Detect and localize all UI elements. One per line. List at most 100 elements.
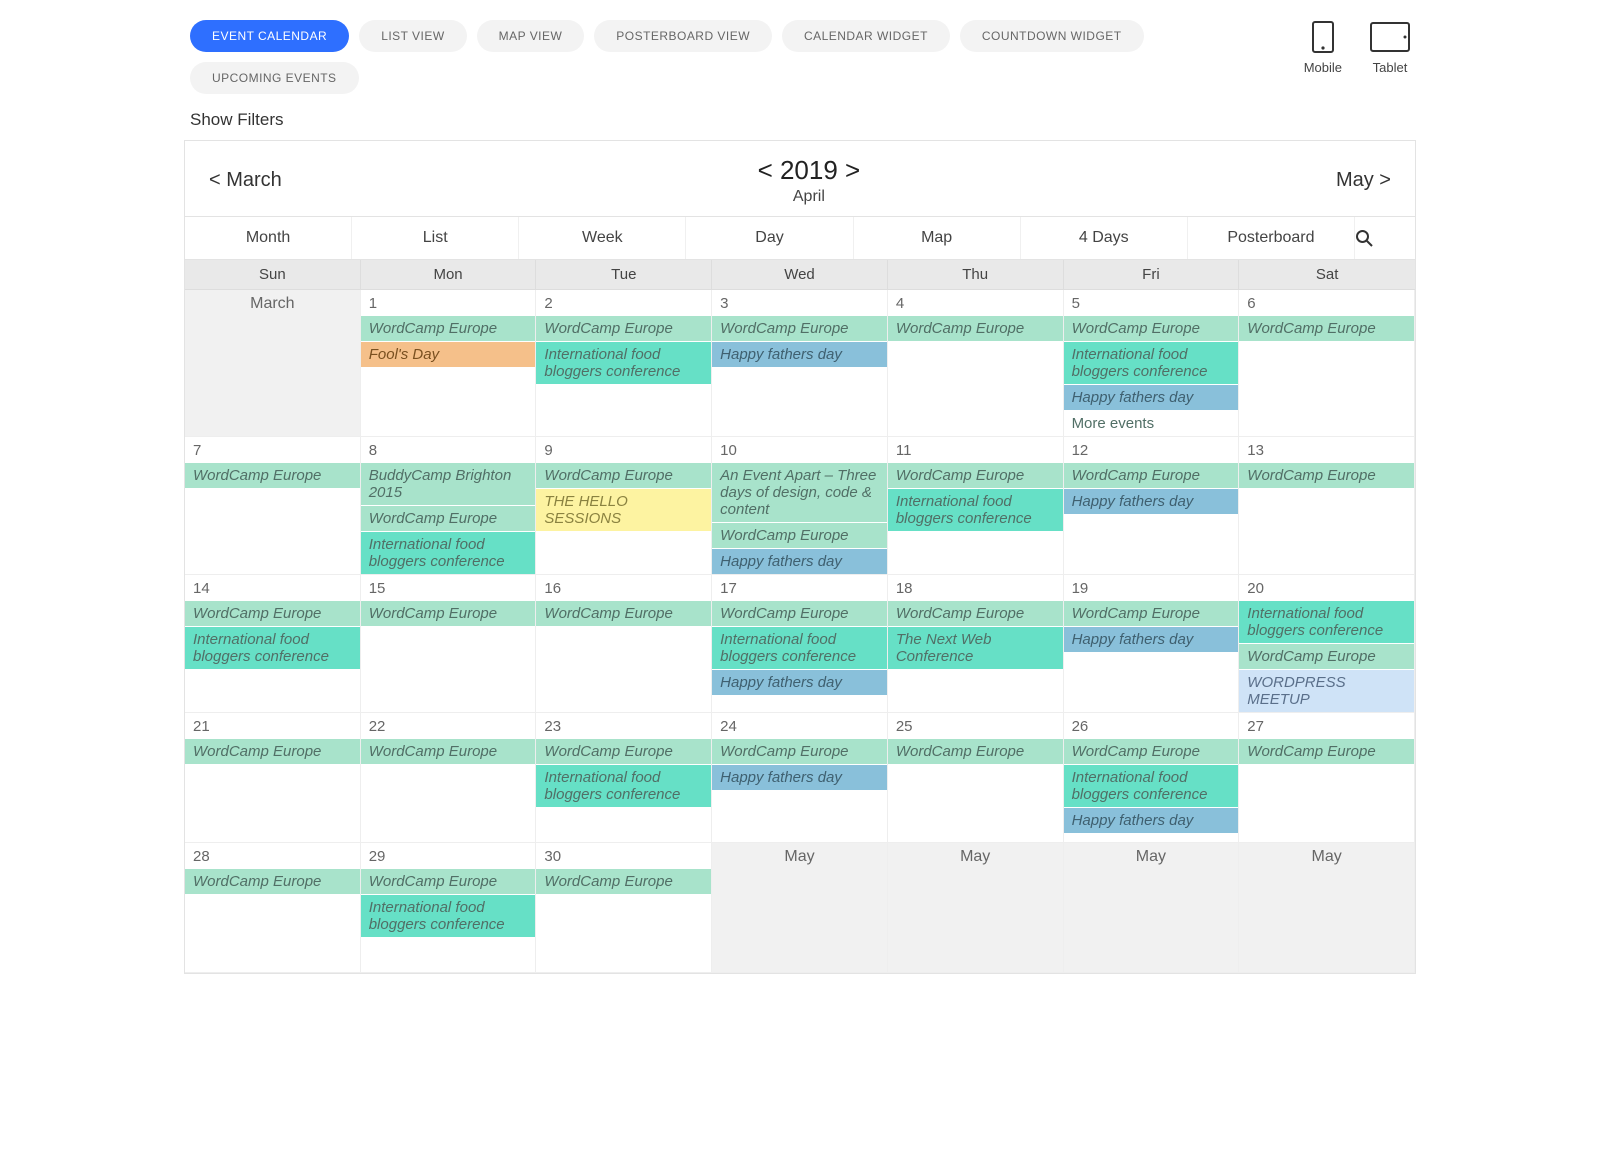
day-cell[interactable]: 8BuddyCamp Brighton 2015WordCamp EuropeI… [361, 437, 537, 575]
day-cell[interactable]: May [1239, 843, 1415, 973]
day-cell[interactable]: 3WordCamp EuropeHappy fathers day [712, 290, 888, 437]
event-item[interactable]: Happy fathers day [1064, 489, 1239, 514]
day-cell[interactable]: May [888, 843, 1064, 973]
event-item[interactable]: WordCamp Europe [361, 601, 536, 626]
day-cell[interactable]: 15WordCamp Europe [361, 575, 537, 713]
event-item[interactable]: WordCamp Europe [712, 601, 887, 626]
event-item[interactable]: WordCamp Europe [712, 739, 887, 764]
day-cell[interactable]: 19WordCamp EuropeHappy fathers day [1064, 575, 1240, 713]
day-cell[interactable]: 21WordCamp Europe [185, 713, 361, 843]
top-tab-posterboard-view[interactable]: POSTERBOARD VIEW [594, 20, 772, 52]
day-cell[interactable]: 12WordCamp EuropeHappy fathers day [1064, 437, 1240, 575]
event-item[interactable]: WordCamp Europe [888, 739, 1063, 764]
day-cell[interactable]: 27WordCamp Europe [1239, 713, 1415, 843]
event-item[interactable]: WordCamp Europe [361, 739, 536, 764]
event-item[interactable]: WordCamp Europe [536, 739, 711, 764]
day-cell[interactable]: 29WordCamp EuropeInternational food blog… [361, 843, 537, 973]
event-item[interactable]: WordCamp Europe [185, 601, 360, 626]
event-item[interactable]: Happy fathers day [712, 549, 887, 574]
event-item[interactable]: WordCamp Europe [1239, 644, 1414, 669]
view-tab-day[interactable]: Day [686, 217, 853, 259]
event-item[interactable]: WordCamp Europe [361, 506, 536, 531]
top-tab-calendar-widget[interactable]: CALENDAR WIDGET [782, 20, 950, 52]
next-month-link[interactable]: May > [1336, 169, 1391, 192]
event-item[interactable]: Happy fathers day [712, 670, 887, 695]
day-cell[interactable]: 11WordCamp EuropeInternational food blog… [888, 437, 1064, 575]
event-item[interactable]: WordCamp Europe [1239, 739, 1414, 764]
event-item[interactable]: International food bloggers conference [361, 895, 536, 937]
event-item[interactable]: WordCamp Europe [185, 869, 360, 894]
day-cell[interactable]: 20International food bloggers conference… [1239, 575, 1415, 713]
event-item[interactable]: International food bloggers conference [1064, 342, 1239, 384]
event-item[interactable]: International food bloggers conference [536, 342, 711, 384]
top-tab-upcoming-events[interactable]: UPCOMING EVENTS [190, 62, 359, 94]
view-tab-week[interactable]: Week [519, 217, 686, 259]
event-item[interactable]: International food bloggers conference [1239, 601, 1414, 643]
event-item[interactable]: WordCamp Europe [536, 316, 711, 341]
event-item[interactable]: WordCamp Europe [361, 316, 536, 341]
day-cell[interactable]: 25WordCamp Europe [888, 713, 1064, 843]
more-events-link[interactable]: More events [1064, 411, 1239, 436]
day-cell[interactable]: May [712, 843, 888, 973]
event-item[interactable]: WordCamp Europe [1064, 463, 1239, 488]
day-cell[interactable]: 22WordCamp Europe [361, 713, 537, 843]
view-tab-map[interactable]: Map [854, 217, 1021, 259]
day-cell[interactable]: 9WordCamp EuropeTHE HELLO SESSIONS [536, 437, 712, 575]
event-item[interactable]: WordCamp Europe [536, 463, 711, 488]
event-item[interactable]: WordCamp Europe [536, 869, 711, 894]
day-cell[interactable]: 2WordCamp EuropeInternational food blogg… [536, 290, 712, 437]
day-cell[interactable]: 10An Event Apart – Three days of design,… [712, 437, 888, 575]
event-item[interactable]: WordCamp Europe [361, 869, 536, 894]
year-switcher[interactable]: < 2019 > [758, 155, 861, 186]
event-item[interactable]: International food bloggers conference [888, 489, 1063, 531]
event-item[interactable]: An Event Apart – Three days of design, c… [712, 463, 887, 522]
event-item[interactable]: WordCamp Europe [712, 523, 887, 548]
day-cell[interactable]: 16WordCamp Europe [536, 575, 712, 713]
event-item[interactable]: International food bloggers conference [712, 627, 887, 669]
event-item[interactable]: Happy fathers day [1064, 385, 1239, 410]
day-cell[interactable]: 30WordCamp Europe [536, 843, 712, 973]
day-cell[interactable]: 23WordCamp EuropeInternational food blog… [536, 713, 712, 843]
event-item[interactable]: BuddyCamp Brighton 2015 [361, 463, 536, 505]
event-item[interactable]: WordCamp Europe [1064, 739, 1239, 764]
view-tab-4-days[interactable]: 4 Days [1021, 217, 1188, 259]
search-icon[interactable] [1355, 217, 1415, 259]
event-item[interactable]: WordCamp Europe [185, 463, 360, 488]
day-cell[interactable]: 18WordCamp EuropeThe Next Web Conference [888, 575, 1064, 713]
prev-month-link[interactable]: < March [209, 169, 282, 192]
event-item[interactable]: WordCamp Europe [1239, 463, 1414, 488]
event-item[interactable]: WordCamp Europe [1064, 601, 1239, 626]
day-cell[interactable]: 28WordCamp Europe [185, 843, 361, 973]
event-item[interactable]: WordCamp Europe [1064, 316, 1239, 341]
event-item[interactable]: WordCamp Europe [1239, 316, 1414, 341]
device-mobile[interactable]: Mobile [1304, 20, 1342, 75]
day-cell[interactable]: 6WordCamp Europe [1239, 290, 1415, 437]
event-item[interactable]: The Next Web Conference [888, 627, 1063, 669]
day-cell[interactable]: 1WordCamp EuropeFool's Day [361, 290, 537, 437]
event-item[interactable]: WordCamp Europe [888, 463, 1063, 488]
top-tab-map-view[interactable]: MAP VIEW [477, 20, 585, 52]
event-item[interactable]: Happy fathers day [1064, 808, 1239, 833]
event-item[interactable]: WordCamp Europe [888, 601, 1063, 626]
day-cell[interactable]: 5WordCamp EuropeInternational food blogg… [1064, 290, 1240, 437]
event-item[interactable]: THE HELLO SESSIONS [536, 489, 711, 531]
day-cell[interactable]: May [1064, 843, 1240, 973]
show-filters-toggle[interactable]: Show Filters [190, 110, 1440, 130]
view-tab-list[interactable]: List [352, 217, 519, 259]
event-item[interactable]: Happy fathers day [712, 765, 887, 790]
event-item[interactable]: Happy fathers day [1064, 627, 1239, 652]
event-item[interactable]: International food bloggers conference [536, 765, 711, 807]
event-item[interactable]: International food bloggers conference [361, 532, 536, 574]
day-cell[interactable]: 13WordCamp Europe [1239, 437, 1415, 575]
event-item[interactable]: WordCamp Europe [185, 739, 360, 764]
day-cell[interactable]: 7WordCamp Europe [185, 437, 361, 575]
event-item[interactable]: WordCamp Europe [888, 316, 1063, 341]
day-cell[interactable]: 17WordCamp EuropeInternational food blog… [712, 575, 888, 713]
day-cell[interactable]: 26WordCamp EuropeInternational food blog… [1064, 713, 1240, 843]
event-item[interactable]: Fool's Day [361, 342, 536, 367]
event-item[interactable]: International food bloggers conference [1064, 765, 1239, 807]
device-tablet[interactable]: Tablet [1370, 20, 1410, 75]
top-tab-event-calendar[interactable]: EVENT CALENDAR [190, 20, 349, 52]
day-cell[interactable]: 24WordCamp EuropeHappy fathers day [712, 713, 888, 843]
day-cell[interactable]: 4WordCamp Europe [888, 290, 1064, 437]
